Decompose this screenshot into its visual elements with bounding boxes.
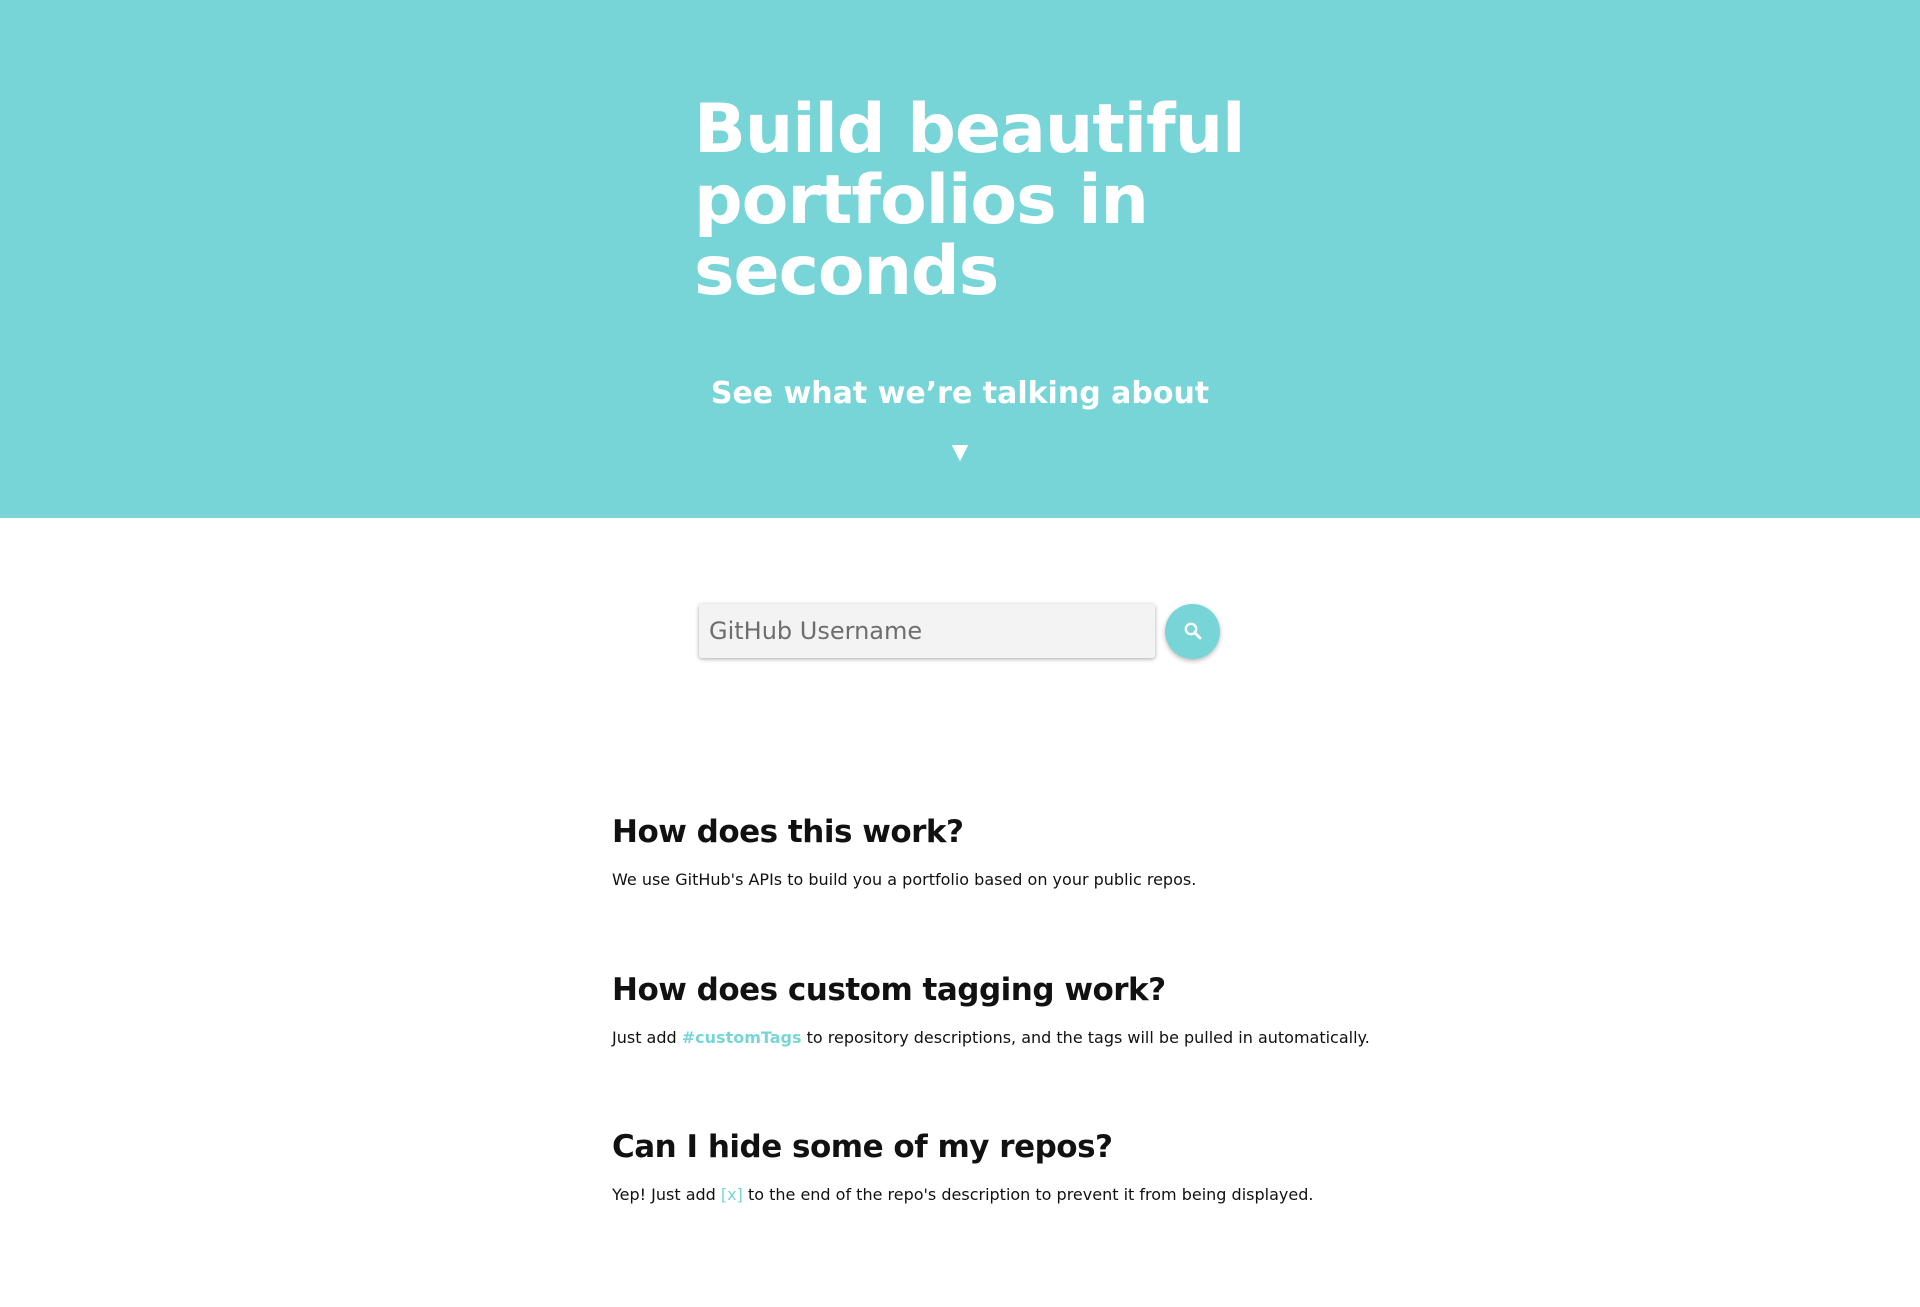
- faq-answer: Yep! Just add [x] to the end of the repo…: [612, 1184, 1372, 1206]
- faq-item-hide-repos: Can I hide some of my repos? Yep! Just a…: [612, 1127, 1372, 1206]
- hide-marker-highlight: [x]: [720, 1185, 743, 1204]
- hero-title-line-1: Build beautiful: [694, 90, 1245, 169]
- faq-item-how-it-works: How does this work? We use GitHub's APIs…: [612, 812, 1372, 891]
- faq-item-custom-tagging: How does custom tagging work? Just add #…: [612, 970, 1372, 1049]
- faq-answer: Just add #customTags to repository descr…: [612, 1027, 1372, 1049]
- faq-answer: We use GitHub's APIs to build you a port…: [612, 870, 1197, 889]
- faq-question: Can I hide some of my repos?: [612, 1129, 1113, 1165]
- see-examples-link[interactable]: See what we’re talking about: [0, 376, 1920, 411]
- faq-question: How does custom tagging work?: [612, 972, 1166, 1008]
- hero-title-line-2: portfolios in: [694, 161, 1149, 240]
- custom-tags-highlight: #customTags: [681, 1028, 802, 1047]
- hero-title: Build beautiful portfolios in seconds: [694, 94, 1314, 307]
- faq-answer-text: Just add: [612, 1028, 682, 1047]
- search-button[interactable]: [1165, 604, 1220, 659]
- faq-answer-text: to the end of the repo's description to …: [742, 1185, 1314, 1204]
- faq-answer-text: Yep! Just add: [612, 1185, 721, 1204]
- scroll-down-arrow-icon[interactable]: ▼: [0, 435, 1920, 469]
- faq-answer-text: to repository descriptions, and the tags…: [801, 1028, 1370, 1047]
- github-username-input[interactable]: [699, 604, 1155, 658]
- hero-banner: Build beautiful portfolios in seconds Se…: [0, 0, 1920, 518]
- faq-question: How does this work?: [612, 814, 964, 850]
- hero-title-line-3: seconds: [694, 232, 999, 311]
- search-icon: [1184, 622, 1202, 640]
